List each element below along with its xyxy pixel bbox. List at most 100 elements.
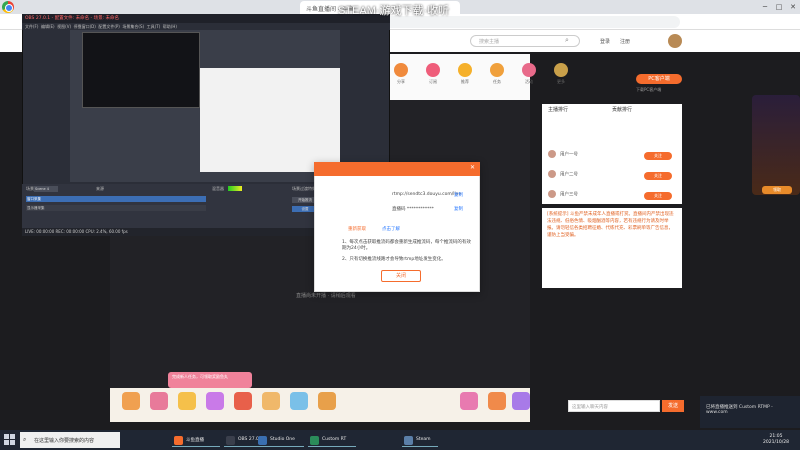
rank-user-name: 用户二号 [560, 172, 578, 178]
promo-claim-button[interactable]: 领取 [762, 186, 792, 194]
close-icon[interactable]: ✕ [470, 164, 475, 171]
menu-scene-collection[interactable]: 场景集合(S) [122, 24, 144, 29]
register-link[interactable]: 注册 [620, 38, 630, 45]
tab-contribution-rank[interactable]: 贡献排行 [612, 106, 632, 116]
list-item[interactable]: 用户二号 关注 [548, 170, 676, 184]
gift-icon[interactable] [234, 392, 252, 410]
dock-mixer-title: 混音器 [212, 186, 224, 191]
gift-icon[interactable] [150, 392, 168, 410]
chat-input[interactable]: 这里输入聊天内容 [568, 400, 660, 412]
window-controls: ─ □ ✕ [758, 0, 800, 14]
gift-icon[interactable] [178, 392, 196, 410]
rtmp-address: rtmp://sendtc3.douyu.com/live [392, 192, 462, 197]
preview-webpage-capture [200, 68, 340, 172]
stream-key: 直播码 ************ [392, 207, 434, 212]
studio-app-icon [258, 436, 267, 445]
dialog-close-button[interactable]: 关闭 [381, 270, 421, 282]
system-notice: [系统提示] 斗鱼严禁未成年人直播或打赏。直播间内严禁出现违法违规、低俗色情、吸… [542, 208, 682, 288]
follow-button[interactable]: 关注 [644, 192, 672, 200]
dock-transitions-title: 场景过渡特效 [292, 186, 316, 191]
tab-anchor-rank[interactable]: 主播排行 [548, 106, 568, 116]
search-input[interactable]: 搜索主播 [470, 35, 580, 47]
rtmp-app-icon [310, 436, 319, 445]
audio-meter [228, 186, 242, 191]
gift-icon[interactable] [122, 392, 140, 410]
windows-start-icon[interactable] [4, 434, 16, 446]
tool-recommend[interactable]: 推荐 [454, 63, 476, 85]
copy-rtmp-button[interactable]: 复制 [454, 192, 463, 198]
copy-key-button[interactable]: 复制 [454, 206, 463, 212]
gift-icon[interactable] [318, 392, 336, 410]
taskbar-item[interactable]: Custom RT [308, 433, 356, 447]
gift-icon[interactable] [262, 392, 280, 410]
maximize-icon[interactable]: □ [772, 0, 786, 14]
source-item[interactable]: 窗口采集 [26, 196, 206, 202]
pc-client-caption: 下载PC客户端 [636, 87, 662, 92]
rank-user-name: 用户一号 [560, 152, 578, 158]
menu-profile[interactable]: 配置文件(P) [98, 24, 120, 29]
source-item[interactable]: 显示器采集 [26, 205, 206, 211]
gift-icon[interactable] [206, 392, 224, 410]
avatar[interactable] [668, 34, 682, 48]
scene-item[interactable]: Scene 4 [34, 186, 58, 192]
avatar [548, 190, 556, 198]
browser-app-icon [174, 436, 183, 445]
menu-edit[interactable]: 编辑(E) [41, 24, 55, 29]
recommend-icon [458, 63, 472, 77]
event-icon [522, 63, 536, 77]
tool-task[interactable]: 任务 [486, 63, 508, 85]
taskbar-item[interactable]: Steam [402, 433, 438, 447]
gift-icon[interactable] [460, 392, 478, 410]
room-toolbar: 分享 订阅 推荐 任务 活动 更多 [390, 63, 572, 85]
taskbar-item-label: Custom RT [322, 437, 347, 442]
follow-button[interactable]: 关注 [644, 172, 672, 180]
newbie-task-banner[interactable]: 完成新人任务，可领取奖励鱼丸 [168, 372, 252, 388]
browser-logo-icon[interactable] [2, 1, 14, 13]
follow-button[interactable]: 关注 [644, 152, 672, 160]
minimize-icon[interactable]: ─ [758, 0, 772, 14]
steam-app-icon [404, 436, 413, 445]
search-icon[interactable]: ⌕ [565, 36, 569, 45]
regenerate-link[interactable]: 重新获取 [348, 226, 366, 232]
taskbar-item[interactable]: 斗鱼直播 [172, 433, 220, 447]
clock-date: 2021/10/28 [763, 440, 789, 445]
tool-more[interactable]: 更多 [550, 63, 572, 85]
tool-label: 订阅 [429, 79, 437, 84]
more-icon [554, 63, 568, 77]
obs-app-icon [226, 436, 235, 445]
dialog-tip-1: 1、每次点击获取推流码都会重新生成推流码，每个推流码的有效期为24小时。 [342, 240, 471, 251]
taskbar-item[interactable]: Studio One [256, 433, 304, 447]
list-item[interactable]: 用户三号 关注 [548, 190, 676, 204]
taskbar-search-input[interactable]: 在这里输入你要搜索的内容 [20, 432, 120, 448]
avatar [548, 150, 556, 158]
login-link[interactable]: 登录 [600, 38, 610, 45]
menu-file[interactable]: 文件(F) [25, 24, 38, 29]
tool-label: 任务 [493, 79, 501, 84]
tool-share[interactable]: 分享 [390, 63, 412, 85]
send-button[interactable]: 发送 [662, 400, 684, 412]
notification-toast[interactable]: 已将直播推送到 Custom RTMP - www.com [700, 396, 800, 428]
tool-subscribe[interactable]: 订阅 [422, 63, 444, 85]
search-icon: ⌕ [23, 436, 27, 443]
gift-icon[interactable] [488, 392, 506, 410]
gift-icon[interactable] [512, 392, 530, 410]
menu-tools[interactable]: 工具(T) [147, 24, 161, 29]
side-promo-image[interactable] [752, 95, 800, 195]
taskbar-item-label: Steam [416, 437, 431, 442]
tool-label: 分享 [397, 79, 405, 84]
list-item[interactable]: 用户一号 关注 [548, 150, 676, 164]
menu-view[interactable]: 视图(V) [57, 24, 71, 29]
preview-nested-capture [82, 32, 200, 108]
learn-more-link[interactable]: 点击了解 [382, 226, 400, 232]
tool-event[interactable]: 活动 [518, 63, 540, 85]
pc-client-button[interactable]: PC客户端 [636, 74, 682, 84]
gift-icon[interactable] [290, 392, 308, 410]
obs-title-bar: OBS 27.0.1 - 配置文件: 未命名 - 场景: 未命名 [22, 14, 390, 23]
steam-overlay-text: STEAM·游戏下载·收听 [338, 5, 450, 17]
close-icon[interactable]: ✕ [786, 0, 800, 14]
menu-help[interactable]: 帮助(H) [163, 24, 177, 29]
menu-docks[interactable]: 停靠窗口(D) [74, 24, 96, 29]
tool-label: 推荐 [461, 79, 469, 84]
taskbar-clock[interactable]: 21:05 2021/10/28 [756, 434, 796, 446]
subscribe-icon [426, 63, 440, 77]
